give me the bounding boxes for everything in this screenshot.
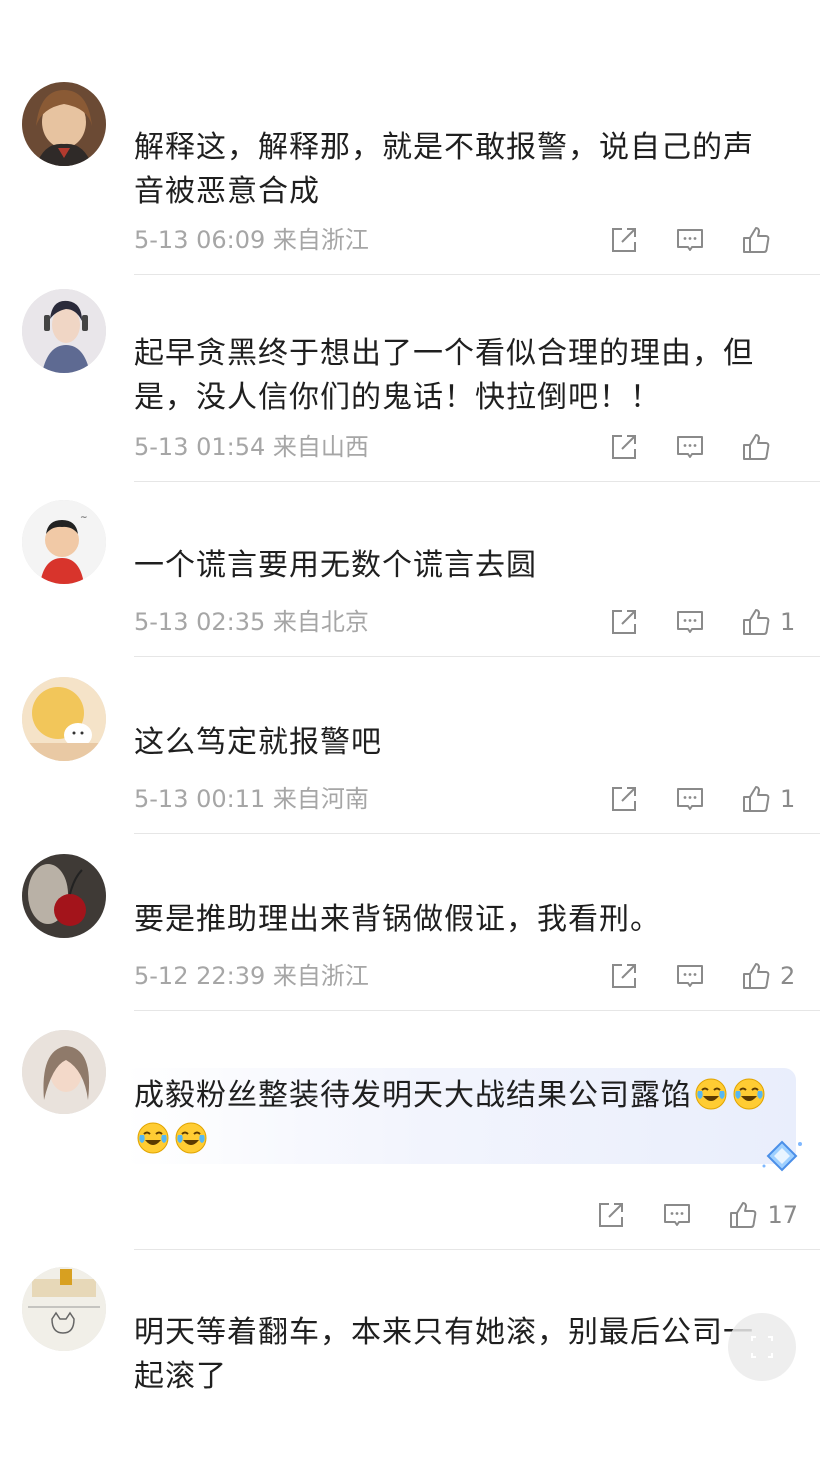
comment-icon: [677, 611, 703, 633]
like-button[interactable]: [740, 224, 798, 256]
like-count: 2: [780, 962, 796, 990]
comment-text: 起早贪黑终于想出了一个看似合理的理由，但是，没人信你们的鬼话！快拉倒吧！！: [134, 336, 754, 415]
screenshot-icon: [751, 1336, 773, 1358]
avatar[interactable]: [22, 1267, 106, 1351]
share-icon: [612, 228, 636, 252]
comment-actions: [574, 222, 798, 258]
laughing-crying-emoji: [137, 1122, 169, 1154]
divider: [134, 1249, 820, 1250]
share-icon: [612, 610, 636, 634]
like-button[interactable]: 1: [740, 783, 798, 815]
like-button[interactable]: 1: [740, 606, 798, 638]
svg-text:~: ~: [80, 513, 88, 523]
divider: [134, 656, 820, 657]
comment-time: 5-13 02:35: [134, 608, 266, 636]
like-count: 1: [780, 785, 796, 813]
comment-meta-row: 5-12 22:39 来自浙江 2: [134, 958, 798, 994]
comment-text: 明天等着翻车，本来只有她滚，别最后公司一起滚了: [134, 1315, 754, 1394]
thumbs-up-icon: [743, 963, 770, 989]
share-icon: [612, 787, 636, 811]
comment-meta: 5-13 00:11 来自河南: [134, 785, 369, 813]
comment-actions: 17: [561, 1197, 798, 1233]
laughing-crying-emoji: [695, 1078, 727, 1110]
comment-actions: 1: [574, 604, 798, 640]
avatar[interactable]: ~: [22, 500, 106, 584]
divider: [134, 833, 820, 834]
comment-actions: [574, 429, 798, 465]
comment-icon: [664, 1204, 691, 1226]
comment-time: 5-13 00:11: [134, 785, 266, 813]
thumbs-up-icon: [730, 1202, 757, 1228]
like-button[interactable]: 17: [727, 1199, 798, 1231]
comment-location: 来自河南: [272, 785, 369, 813]
comment-button[interactable]: [674, 783, 706, 815]
share-icon: [599, 1203, 624, 1227]
comment-button[interactable]: [661, 1199, 693, 1231]
share-button[interactable]: [608, 224, 640, 256]
comment-location: 来自北京: [272, 608, 369, 636]
share-button[interactable]: [595, 1199, 627, 1231]
comment-meta: 5-13 02:35 来自北京: [134, 608, 369, 636]
like-count: 1: [780, 608, 796, 636]
share-button[interactable]: [608, 606, 640, 638]
comment-icon: [677, 965, 703, 987]
share-icon: [612, 435, 636, 459]
diamond-badge-icon: [762, 1140, 802, 1172]
thumbs-up-icon: [743, 786, 770, 812]
comment-text-content: 成毅粉丝整装待发明天大战结果公司露馅: [134, 1078, 692, 1113]
comment-button[interactable]: [674, 224, 706, 256]
comment-meta-row: 5-13 02:35 来自北京 1: [134, 604, 798, 640]
avatar[interactable]: [22, 82, 106, 166]
comment-meta: 5-13 01:54 来自山西: [134, 433, 369, 461]
comment-time: 5-12 22:39: [134, 962, 266, 990]
comment-meta: 5-13 06:09 来自浙江: [134, 226, 369, 254]
comment-text: 这么笃定就报警吧: [134, 725, 382, 760]
share-button[interactable]: [608, 783, 640, 815]
thumbs-up-icon: [743, 227, 770, 253]
comment-meta-row: 17: [134, 1197, 798, 1233]
like-count: 17: [767, 1201, 798, 1229]
avatar[interactable]: [22, 1030, 106, 1114]
comment-icon: [677, 788, 703, 810]
laughing-crying-emoji: [733, 1078, 765, 1110]
comment-button[interactable]: [674, 960, 706, 992]
comment-text: 一个谎言要用无数个谎言去圆: [134, 548, 537, 583]
floating-action-button[interactable]: [728, 1313, 796, 1381]
share-button[interactable]: [608, 960, 640, 992]
divider: [134, 274, 820, 275]
avatar[interactable]: [22, 289, 106, 373]
comment-icon: [677, 229, 703, 251]
laughing-crying-emoji: [175, 1122, 207, 1154]
comment-text: 解释这，解释那，就是不敢报警，说自己的声音被恶意合成: [134, 130, 754, 209]
share-icon: [612, 964, 636, 988]
comment-meta-row: 5-13 01:54 来自山西: [134, 429, 798, 465]
comment-location: 来自山西: [272, 433, 369, 461]
comment-actions: 2: [574, 958, 798, 994]
comment-location: 来自浙江: [272, 226, 369, 254]
comment-time: 5-13 06:09: [134, 226, 266, 254]
comment-actions: 1: [574, 781, 798, 817]
like-button[interactable]: [740, 431, 798, 463]
comment-meta-row: 5-13 06:09 来自浙江: [134, 222, 798, 258]
comment-meta-row: 5-13 00:11 来自河南 1: [134, 781, 798, 817]
avatar[interactable]: [22, 854, 106, 938]
comment-text: 要是推助理出来背锅做假证，我看刑。: [134, 902, 661, 937]
avatar[interactable]: [22, 677, 106, 761]
comments-page: 解释这，解释那，就是不敢报警，说自己的声音被恶意合成 5-13 06:09 来自…: [0, 0, 828, 1472]
share-button[interactable]: [608, 431, 640, 463]
comment-location: 来自浙江: [272, 962, 369, 990]
divider: [134, 1010, 820, 1011]
comment-icon: [677, 436, 703, 458]
divider: [134, 481, 820, 482]
comment-meta: 5-12 22:39 来自浙江: [134, 962, 369, 990]
like-button[interactable]: 2: [740, 960, 798, 992]
comment-text: 成毅粉丝整装待发明天大战结果公司露馅: [134, 1074, 784, 1162]
comment-time: 5-13 01:54: [134, 433, 266, 461]
comment-button[interactable]: [674, 431, 706, 463]
thumbs-up-icon: [743, 609, 770, 635]
thumbs-up-icon: [743, 434, 770, 460]
comment-button[interactable]: [674, 606, 706, 638]
